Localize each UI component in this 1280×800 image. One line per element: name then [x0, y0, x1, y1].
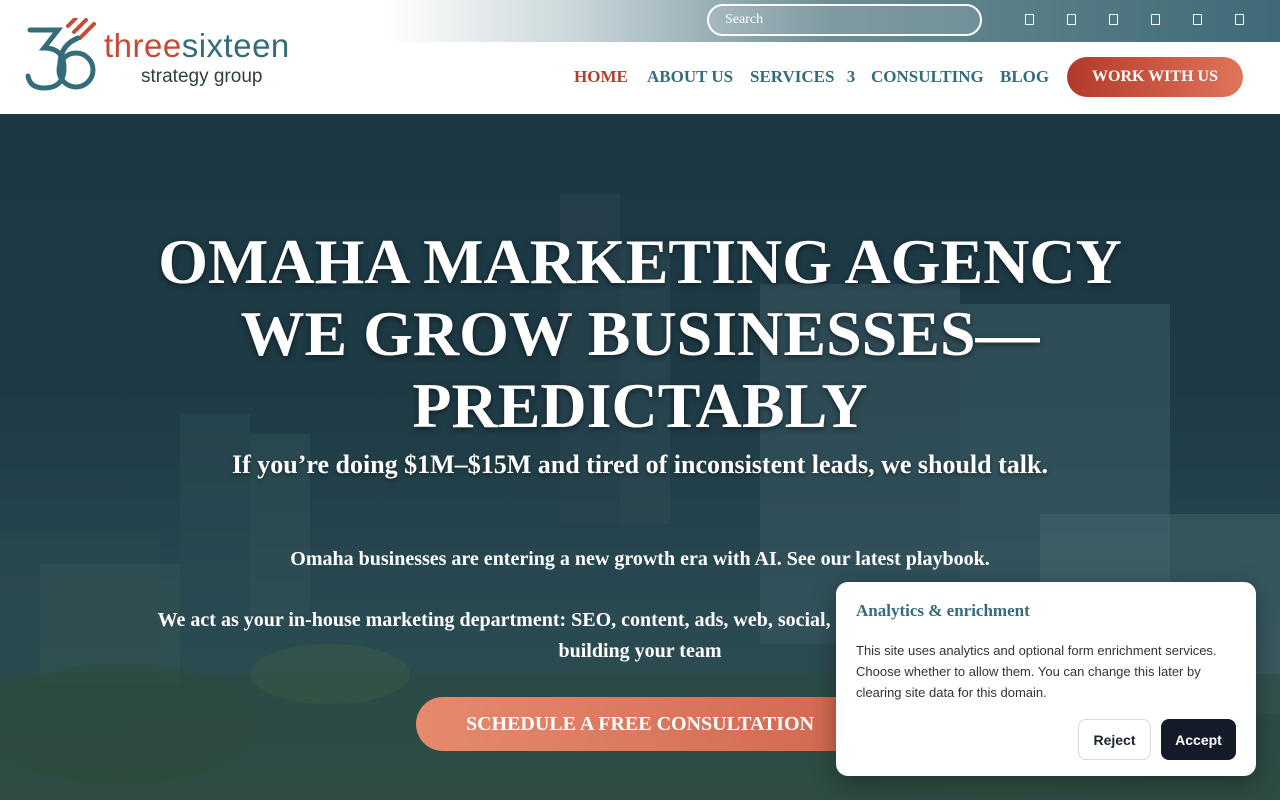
logo-word-sixteen: sixteen	[181, 27, 290, 64]
hero-title: OMAHA MARKETING AGENCY WE GROW BUSINESSE…	[0, 226, 1280, 442]
nav-home[interactable]: HOME	[574, 58, 628, 96]
nav-services[interactable]: SERVICES 3	[750, 58, 855, 96]
reject-button[interactable]: Reject	[1078, 719, 1151, 760]
social-icon-4[interactable]	[1148, 11, 1162, 27]
accept-button[interactable]: Accept	[1161, 719, 1236, 760]
consent-body: This site uses analytics and optional fo…	[856, 643, 1217, 700]
social-icon-3[interactable]	[1106, 11, 1120, 27]
hero-title-line-2: WE GROW BUSINESSES—	[240, 298, 1040, 369]
logo-wordmark: threesixteen	[104, 26, 290, 66]
social-icon-6[interactable]	[1232, 11, 1246, 27]
logo-word-three: three	[104, 27, 182, 64]
hero-subtitle: If you’re doing $1M–$15M and tired of in…	[232, 450, 1048, 479]
nav-blog[interactable]: BLOG	[1000, 58, 1049, 96]
hero-ai-playbook-text: Omaha businesses are entering a new grow…	[290, 548, 990, 570]
social-icon-5[interactable]	[1190, 11, 1204, 27]
logo-mark-icon	[25, 18, 96, 91]
social-icon-2[interactable]	[1064, 11, 1078, 27]
logo-tagline: strategy group	[141, 66, 263, 87]
work-with-us-button[interactable]: WORK WITH US	[1067, 57, 1243, 97]
nav-consulting[interactable]: CONSULTING	[871, 58, 984, 96]
hero-title-line-1: OMAHA MARKETING AGENCY	[158, 226, 1122, 297]
consent-title: Analytics & enrichment	[856, 601, 1030, 620]
schedule-consultation-button[interactable]: SCHEDULE A FREE CONSULTATION	[416, 697, 864, 751]
chevron-down-icon: 3	[846, 67, 856, 86]
search-input[interactable]	[707, 4, 982, 36]
nav-about-us[interactable]: ABOUT US	[647, 58, 733, 96]
nav-services-label: SERVICES	[750, 67, 835, 86]
site-logo[interactable]: threesixteen strategy group	[24, 18, 324, 98]
analytics-consent-dialog: Analytics & enrichment This site uses an…	[836, 582, 1256, 776]
social-icon-1[interactable]	[1022, 11, 1036, 27]
hero-title-line-3: PREDICTABLY	[412, 370, 868, 441]
